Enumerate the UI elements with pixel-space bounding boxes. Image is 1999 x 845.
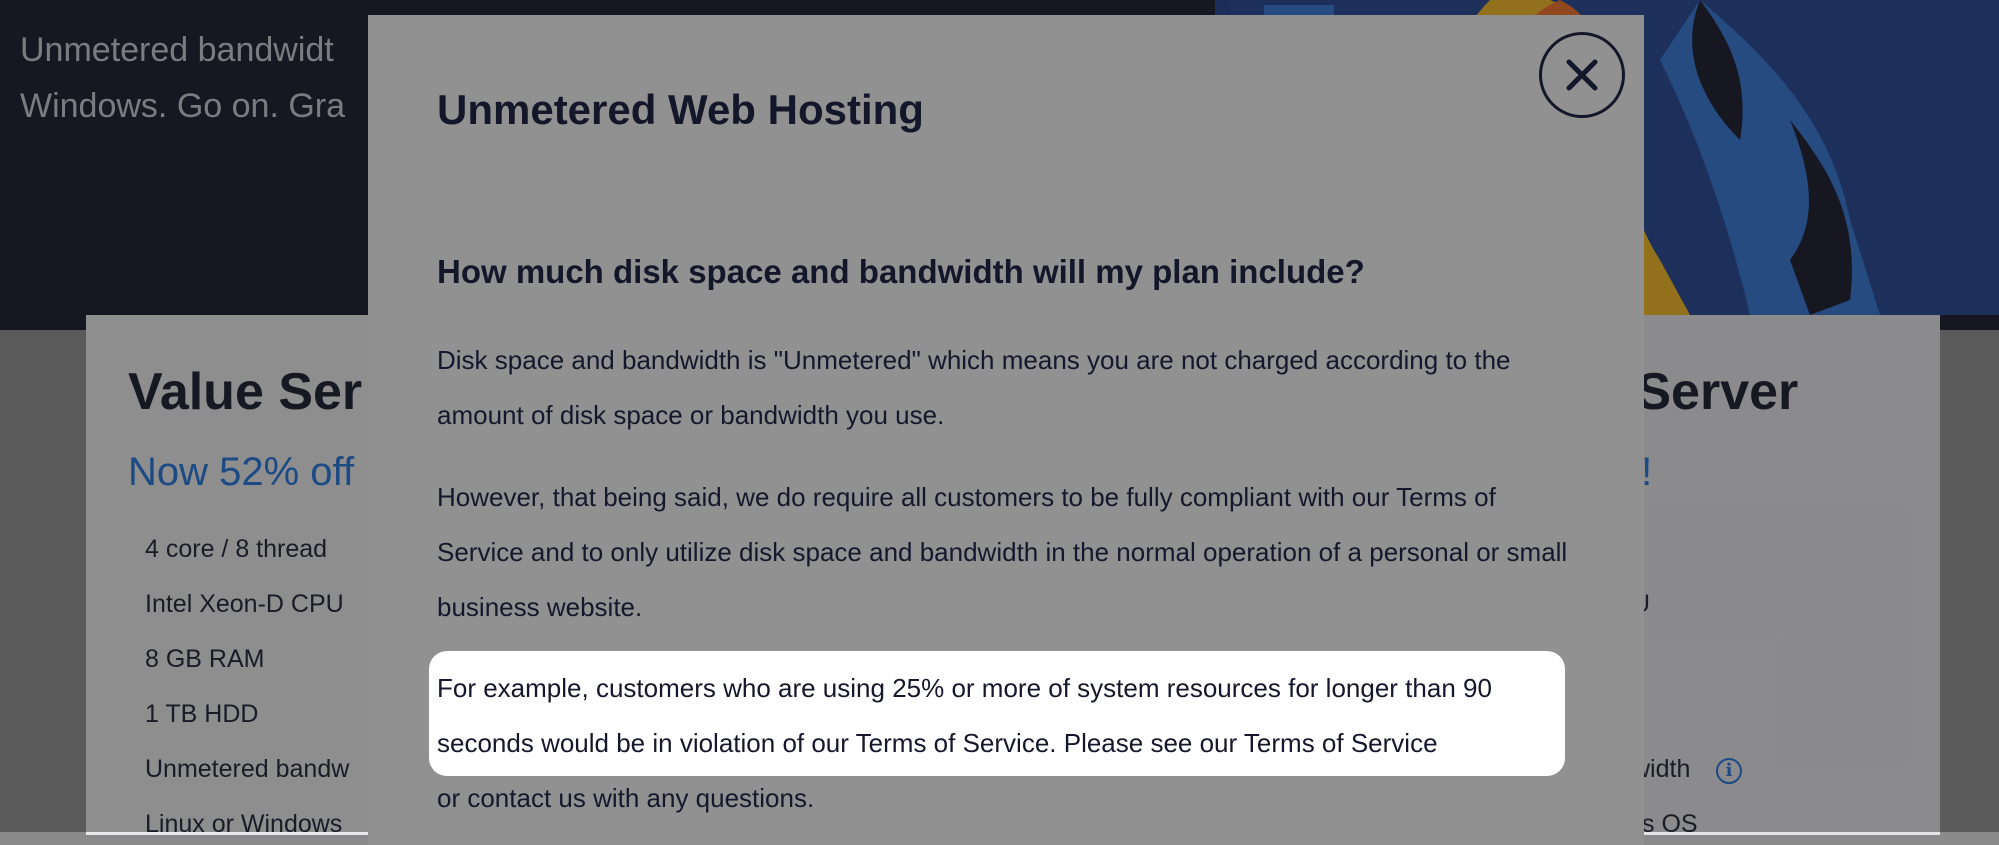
modal-title: Unmetered Web Hosting: [437, 86, 924, 133]
faq-answer-paragraph-3-highlight: For example, customers who are using 25%…: [437, 673, 1492, 758]
faq-answer-paragraph-3-rest: or contact us with any questions.: [437, 783, 815, 813]
close-button[interactable]: [1539, 32, 1625, 118]
faq-question: How much disk space and bandwidth will m…: [437, 253, 1365, 290]
faq-answer-paragraph-1: Disk space and bandwidth is "Unmetered" …: [437, 345, 1511, 430]
close-icon: [1566, 59, 1598, 91]
faq-answer-paragraph-2: However, that being said, we do require …: [437, 482, 1568, 622]
